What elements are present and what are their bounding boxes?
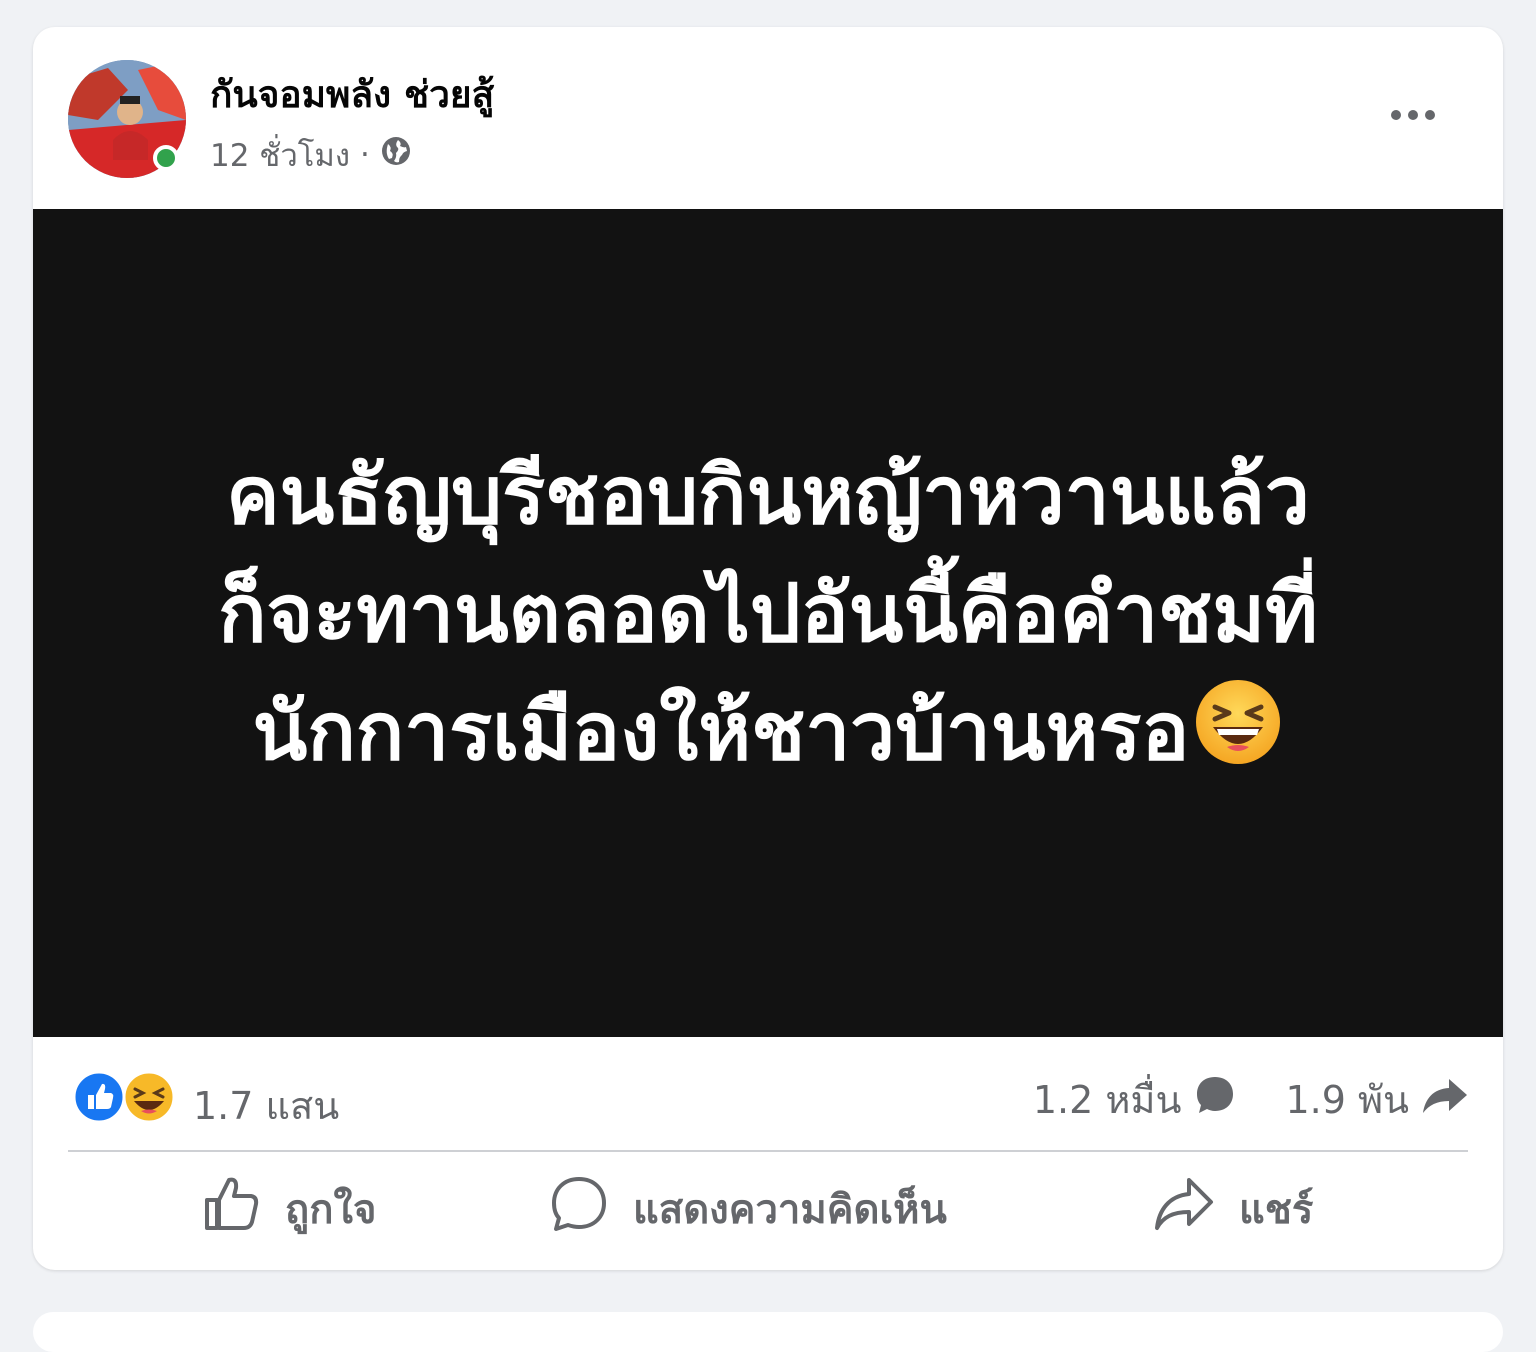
engagement-counts: 1.2 หมื่น 1.9 พัน xyxy=(1033,1069,1469,1130)
more-dot-icon xyxy=(1425,110,1435,120)
like-label: ถูกใจ xyxy=(285,1187,377,1233)
more-dot-icon xyxy=(1391,110,1401,120)
online-status-dot xyxy=(153,145,179,171)
post-timestamp[interactable]: 12 ชั่วโมง xyxy=(210,130,350,180)
image-text-line: ก็จะทานตลอดไปอันนี้คือคำชมที่ xyxy=(218,567,1318,661)
post-image-text: คนธัญบุรีชอบกินหญ้าหวานแล้ว ก็จะทานตลอดไ… xyxy=(103,437,1433,798)
author-name[interactable]: กันจอมพลัง ช่วยสู้ xyxy=(210,65,494,124)
image-text-line: นักการเมืองให้ชาวบ้านหรอ xyxy=(252,685,1190,779)
comment-count[interactable]: 1.2 หมื่น xyxy=(1033,1069,1182,1130)
laughing-face-icon xyxy=(1193,677,1283,799)
reaction-icons[interactable] xyxy=(71,1069,181,1125)
more-options-button[interactable] xyxy=(1378,95,1448,135)
next-post-card xyxy=(33,1312,1503,1352)
post-image[interactable]: คนธัญบุรีชอบกินหญ้าหวานแล้ว ก็จะทานตลอดไ… xyxy=(33,209,1503,1037)
like-reaction-icon xyxy=(72,1070,126,1124)
divider xyxy=(68,1150,1468,1152)
share-icon xyxy=(1153,1174,1215,1244)
globe-icon xyxy=(380,135,412,175)
reaction-count[interactable]: 1.7 แสน xyxy=(193,1075,339,1136)
share-count[interactable]: 1.9 พัน xyxy=(1285,1069,1409,1130)
meta-separator: · xyxy=(359,137,370,173)
share-arrow-icon xyxy=(1421,1073,1469,1126)
post-meta: 12 ชั่วโมง · xyxy=(210,130,412,180)
image-text-line-last: นักการเมืองให้ชาวบ้านหรอ xyxy=(103,673,1433,798)
share-button[interactable]: แชร์ xyxy=(1153,1171,1313,1247)
haha-reaction-icon xyxy=(122,1070,176,1124)
more-dot-icon xyxy=(1408,110,1418,120)
share-label: แชร์ xyxy=(1239,1187,1314,1233)
comment-button[interactable]: แสดงความคิดเห็น xyxy=(549,1171,947,1247)
comment-label: แสดงความคิดเห็น xyxy=(633,1187,947,1233)
comment-bubble-icon xyxy=(1193,1073,1237,1126)
image-text-line: คนธัญบุรีชอบกินหญ้าหวานแล้ว xyxy=(226,449,1310,543)
post-actions: ถูกใจ แสดงความคิดเห็น แชร์ xyxy=(33,1155,1503,1265)
thumbs-up-icon xyxy=(201,1174,261,1244)
post-card: กันจอมพลัง ช่วยสู้ 12 ชั่วโมง · คนธัญบุร… xyxy=(33,27,1503,1270)
comment-icon xyxy=(549,1174,609,1244)
like-button[interactable]: ถูกใจ xyxy=(201,1171,376,1247)
post-stats: 1.7 แสน 1.2 หมื่น 1.9 พัน xyxy=(33,1037,1503,1149)
